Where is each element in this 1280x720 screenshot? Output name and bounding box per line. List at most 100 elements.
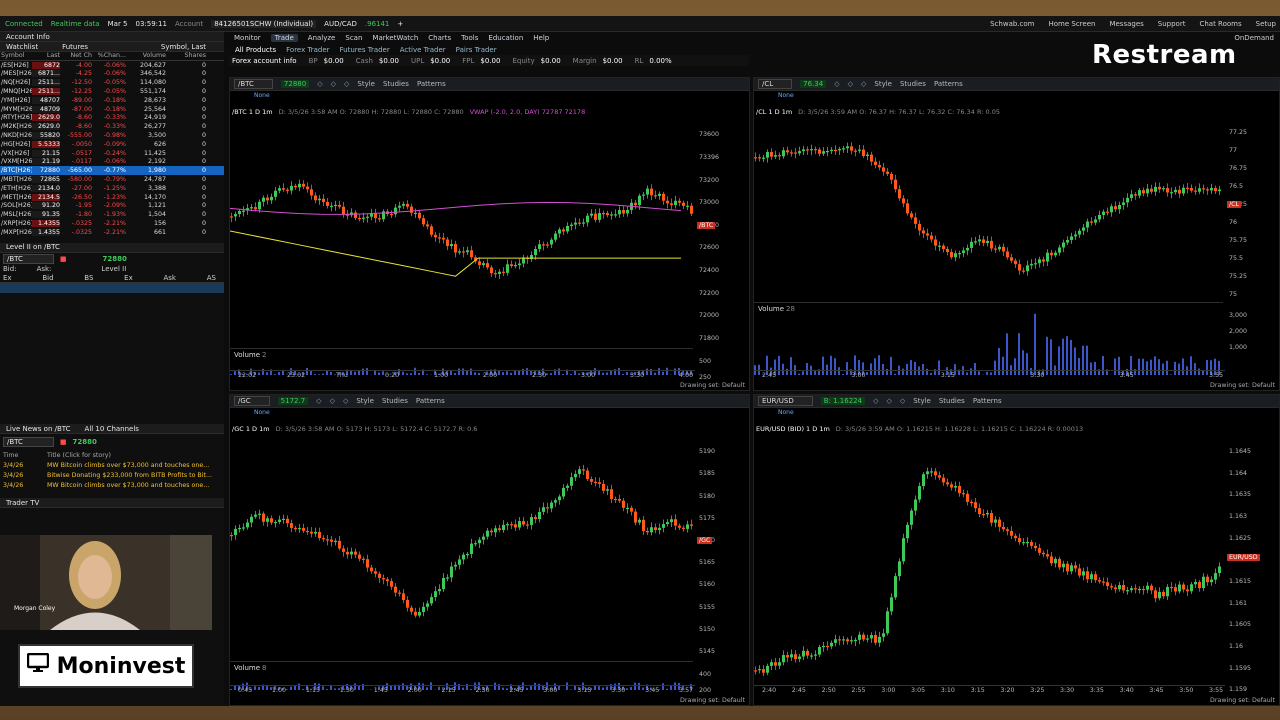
news-symbol-input[interactable]: /BTC <box>3 437 54 447</box>
level2-column-header[interactable]: BS <box>84 274 93 282</box>
chart-symbol-input[interactable]: /GC <box>234 396 270 406</box>
watchlist-row[interactable]: /MXP[H26] 1.4355 -.0325 -2.21% 661 0 <box>0 228 224 237</box>
watchlist-row[interactable]: /ETH[H26] 2134.0 -27.00 -1.25% 3,388 0 <box>0 184 224 193</box>
top-link[interactable]: Setup <box>1256 20 1276 28</box>
watchlist-row[interactable]: /M2K[H26] 2629.0 -8.60 -0.33% 26,277 0 <box>0 122 224 131</box>
top-link[interactable]: Chat Rooms <box>1199 20 1241 28</box>
menu-item[interactable]: Help <box>533 34 549 42</box>
tradertv-video[interactable]: Morgan Coley <box>0 535 212 630</box>
watchlist-row[interactable]: /YM[H26] 48707 -89.00 -0.18% 28,673 0 <box>0 96 224 105</box>
level2-symbol-input[interactable]: /BTC <box>3 253 54 264</box>
patterns-menu[interactable]: Patterns <box>416 397 445 405</box>
drawing-set[interactable]: Drawing set: Default <box>1210 697 1275 704</box>
chart-symbol-input[interactable]: /BTC <box>234 79 273 89</box>
watchlist-row[interactable]: /MET[H26] 2134.5 -26.50 -1.23% 14,170 0 <box>0 193 224 202</box>
chart-symbol-input[interactable]: /CL <box>758 79 793 89</box>
submenu-item[interactable]: Active Trader <box>400 46 446 54</box>
chart-panel[interactable]: /GC 5172.7 ◇ ◇ ◇ Style Studies Patterns None/GC … <box>229 394 750 706</box>
style-menu[interactable]: Style <box>874 80 892 88</box>
patterns-menu[interactable]: Patterns <box>934 80 963 88</box>
chart-symbol-input[interactable]: EUR/USD <box>758 396 813 406</box>
ondemand-button[interactable]: OnDemand <box>1234 34 1274 42</box>
watchlist-row[interactable]: /NKD[H26] 55820 -555.00 -0.98% 3,500 0 <box>0 131 224 140</box>
gear-icon[interactable]: ◇ <box>861 80 866 88</box>
menu-item[interactable]: MarketWatch <box>372 34 418 42</box>
patterns-menu[interactable]: Patterns <box>973 397 1002 405</box>
style-menu[interactable]: Style <box>913 397 931 405</box>
share-icon[interactable]: ◇ <box>873 397 878 405</box>
level2-column-header[interactable]: Ex <box>3 274 12 282</box>
level2-column-header[interactable]: AS <box>207 274 216 282</box>
share-icon[interactable]: ◇ <box>316 397 321 405</box>
top-link[interactable]: Schwab.com <box>990 20 1034 28</box>
share-icon[interactable]: ◇ <box>317 80 322 88</box>
menu-item[interactable]: Trade <box>270 34 298 42</box>
watchlist-column-header[interactable]: %Chan... <box>92 52 126 59</box>
menu-item[interactable]: Monitor <box>234 34 261 42</box>
news-channels[interactable]: All 10 Channels <box>85 425 139 433</box>
watchlist-row[interactable]: /MSL[H26] 91.35 -1.80 -1.93% 1,504 0 <box>0 210 224 219</box>
news-item[interactable]: 3/4/26 Bitwise Donating $233,000 from BIT… <box>0 470 224 480</box>
gear-icon[interactable]: ◇ <box>900 397 905 405</box>
account-info-header[interactable]: Account Info <box>0 32 224 42</box>
pair-label[interactable]: AUD/CAD <box>324 20 357 28</box>
level2-column-header[interactable]: Ask <box>163 274 176 282</box>
watchlist-row[interactable]: /NQ[H26] 2511... -12.50 -0.05% 114,080 0 <box>0 78 224 87</box>
style-menu[interactable]: Style <box>357 80 375 88</box>
none-left[interactable]: None <box>254 409 270 416</box>
price-chart[interactable] <box>230 118 695 344</box>
news-item[interactable]: 3/4/26 MW Bitcoin climbs over $73,000 and… <box>0 460 224 470</box>
none-left[interactable]: None <box>254 92 270 99</box>
studies-menu[interactable]: Studies <box>939 397 965 405</box>
chart-panel[interactable]: /BTC 72880 ◇ ◇ ◇ Style Studies Patterns None/BTC… <box>229 77 750 391</box>
level2-column-header[interactable]: Bid <box>42 274 53 282</box>
top-link[interactable]: Home Screen <box>1048 20 1095 28</box>
level2-alert-icon[interactable]: ■ <box>60 255 67 263</box>
add-icon[interactable]: + <box>397 20 403 28</box>
drawing-set[interactable]: Drawing set: Default <box>680 382 745 389</box>
submenu-item[interactable]: Futures Trader <box>340 46 390 54</box>
news-alert-icon[interactable]: ■ <box>60 438 67 446</box>
style-menu[interactable]: Style <box>356 397 374 405</box>
link-icon[interactable]: ◇ <box>886 397 891 405</box>
watchlist-row[interactable]: /XRP[H26] 1.4355 -.0325 -2.21% 156 0 <box>0 219 224 228</box>
drawing-set[interactable]: Drawing set: Default <box>680 697 745 704</box>
watchlist-row[interactable]: /MNQ[H26]2511... -12.25 -0.05% 551,174 0 <box>0 87 224 96</box>
price-chart[interactable] <box>754 118 1225 298</box>
watchlist-select[interactable]: Futures <box>48 43 88 51</box>
watchlist-row[interactable]: /MES[H26] 6871... -4.25 -0.06% 346,542 0 <box>0 70 224 79</box>
account-select[interactable]: 84126501SCHW (Individual) <box>211 19 317 28</box>
none-left[interactable]: None <box>778 92 794 99</box>
watchlist-row[interactable]: /VX[H26] 21.15 -.0517 -0.24% 11,425 0 <box>0 149 224 158</box>
submenu-item[interactable]: Pairs Trader <box>456 46 497 54</box>
menu-item[interactable]: Analyze <box>308 34 336 42</box>
watchlist-column-header[interactable]: Net Ch <box>60 52 92 59</box>
drawing-set[interactable]: Drawing set: Default <box>1210 382 1275 389</box>
link-icon[interactable]: ◇ <box>848 80 853 88</box>
watchlist-column-header[interactable]: Shares <box>166 52 206 59</box>
link-icon[interactable]: ◇ <box>331 80 336 88</box>
menu-item[interactable]: Tools <box>461 34 478 42</box>
price-chart[interactable] <box>754 435 1225 695</box>
top-link[interactable]: Messages <box>1109 20 1143 28</box>
studies-menu[interactable]: Studies <box>382 397 408 405</box>
chart-panel[interactable]: /CL 76.34 ◇ ◇ ◇ Style Studies Patterns None/CL 1… <box>753 77 1280 391</box>
share-icon[interactable]: ◇ <box>834 80 839 88</box>
news-column-header[interactable]: Time <box>3 452 41 459</box>
watchlist-row[interactable]: /HG[H26] 5.5333 -.0050 -0.09% 626 0 <box>0 140 224 149</box>
menu-item[interactable]: Scan <box>345 34 362 42</box>
watchlist-row[interactable]: /MYM[H26]48709 -87.00 -0.18% 25,564 0 <box>0 105 224 114</box>
watchlist-row[interactable]: /VXM[H26] 21.19 -.0117 -0.06% 2,192 0 <box>0 158 224 167</box>
studies-menu[interactable]: Studies <box>383 80 409 88</box>
link-icon[interactable]: ◇ <box>330 397 335 405</box>
watchlist-column-header[interactable]: Volume <box>126 52 166 59</box>
chart-panel[interactable]: EUR/USD B: 1.16224 ◇ ◇ ◇ Style Studies Patterns… <box>753 394 1280 706</box>
level2-column-header[interactable]: Ex <box>124 274 133 282</box>
none-left[interactable]: None <box>778 409 794 416</box>
watchlist-row[interactable]: /SOL[H26] 91.20 -1.95 -2.09% 1,121 0 <box>0 202 224 211</box>
studies-menu[interactable]: Studies <box>900 80 926 88</box>
watchlist-row[interactable]: /BTC[H26] 72880 -565.00 -0.77% 1,980 0 <box>0 166 224 176</box>
watchlist-row[interactable]: /ES[H26] 6872 -4.00 -0.06% 204,627 0 <box>0 61 224 70</box>
news-column-header[interactable]: Title (Click for story) <box>47 452 111 459</box>
watchlist-column-header[interactable]: Last <box>32 52 60 59</box>
